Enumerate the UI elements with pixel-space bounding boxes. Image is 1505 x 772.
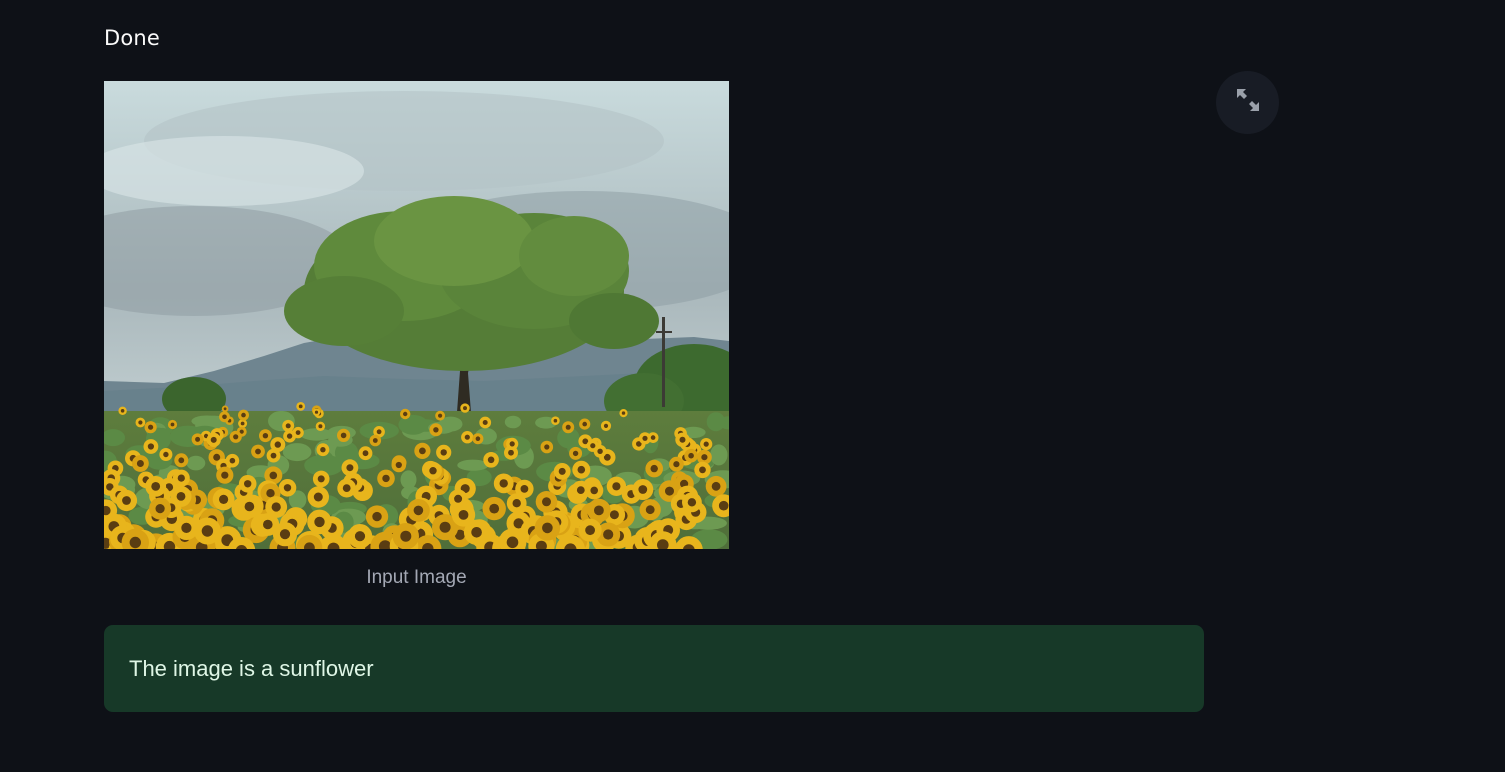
fullscreen-button[interactable] bbox=[1216, 71, 1279, 134]
result-text: The image is a sunflower bbox=[129, 655, 374, 681]
status-text: Done bbox=[104, 26, 161, 50]
expand-icon bbox=[1235, 87, 1261, 118]
image-caption: Input Image bbox=[366, 567, 467, 588]
app-page: Done Input Image The image is a sunflowe… bbox=[0, 0, 1505, 772]
result-message: The image is a sunflower bbox=[104, 625, 1204, 712]
input-image bbox=[104, 81, 729, 549]
